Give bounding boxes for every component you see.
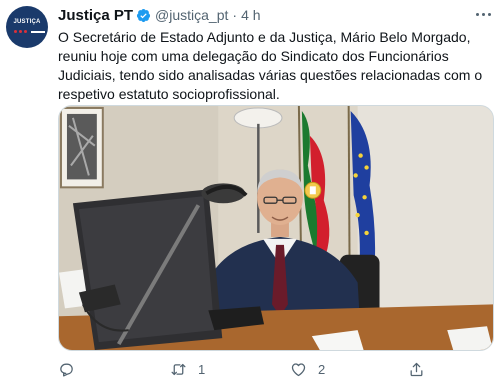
retweet-button[interactable]: 1 [170,358,205,380]
share-icon [410,362,423,376]
verified-badge-icon [136,8,151,22]
tweet-photo[interactable] [58,105,494,351]
reply-button[interactable] [58,358,75,380]
retweet-icon [171,363,186,375]
heart-icon [291,362,306,376]
tweet-text: O Secretário de Estado Adjunto e da Just… [58,29,483,102]
like-button[interactable]: 2 [290,358,325,380]
more-options-icon[interactable] [472,6,494,22]
retweet-count: 1 [198,361,206,377]
timestamp[interactable]: 4 h [241,7,260,23]
like-count: 2 [318,361,326,377]
separator: · [232,7,238,23]
avatar-logo-text: JUSTIÇA [13,19,41,25]
avatar-logo-mark [14,30,45,33]
share-button[interactable] [408,358,425,380]
tweet-actions: 1 2 [58,358,458,380]
reply-icon [60,363,73,377]
photo-illustration [59,106,493,350]
tweet[interactable]: JUSTIÇA Justiça PT @justiça_pt · 4 h O S… [0,0,500,384]
display-name[interactable]: Justiça PT [58,7,133,24]
handle[interactable]: @justiça_pt [155,7,228,23]
tweet-header: Justiça PT @justiça_pt · 4 h [58,6,261,24]
avatar[interactable]: JUSTIÇA [6,6,48,48]
